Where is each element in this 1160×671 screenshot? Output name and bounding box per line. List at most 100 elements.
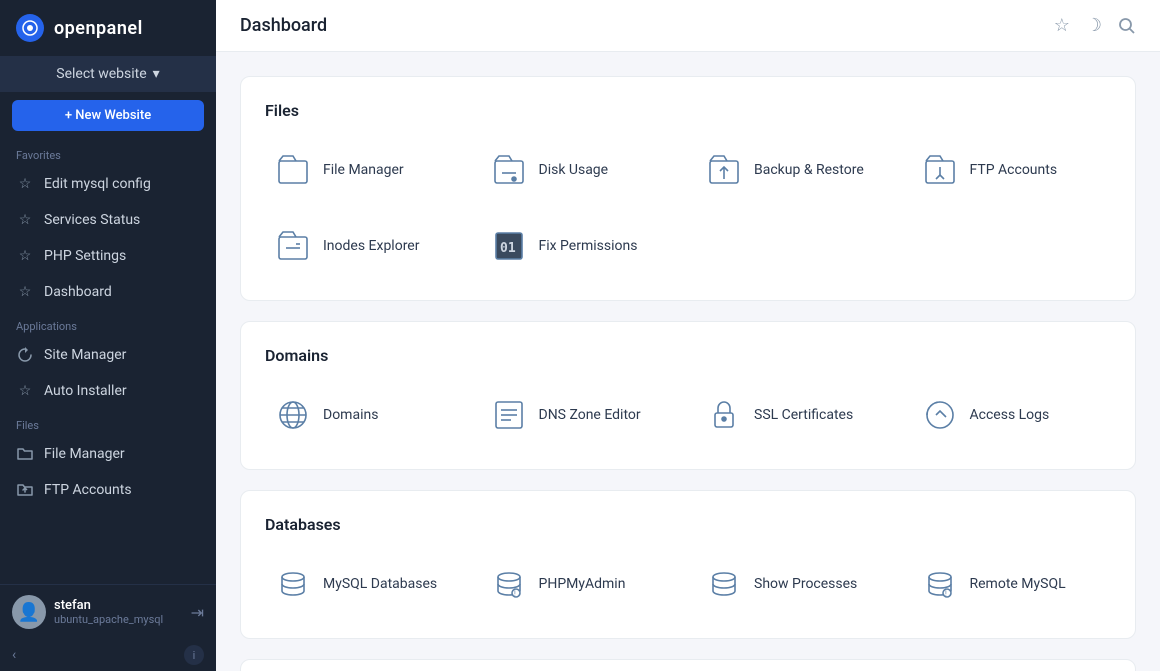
folder-upload-icon [16,481,34,499]
mysql-databases-label: MySQL Databases [323,576,437,592]
sidebar-bottom-controls: ‹ i [0,639,216,671]
sidebar-item-file-manager[interactable]: File Manager [0,436,216,472]
main-content: Dashboard ☆ ☽ Files [216,0,1160,671]
star-icon: ☆ [16,382,34,400]
expand-icon[interactable]: ⇥ [191,603,204,622]
dns-zone-editor-item[interactable]: DNS Zone Editor [481,385,681,445]
footer-username: stefan [54,598,183,613]
remote-mysql-item[interactable]: ! Remote MySQL [912,554,1112,614]
search-icon[interactable] [1118,17,1136,35]
logo-text: openpanel [54,18,143,39]
sidebar-item-ftp-accounts[interactable]: FTP Accounts [0,472,216,508]
phpmyadmin-icon: ! [489,564,529,604]
remote-mysql-icon: ! [920,564,960,604]
topbar: Dashboard ☆ ☽ [216,0,1160,52]
fix-permissions-item[interactable]: 01 Fix Permissions [481,216,681,276]
star-icon: ☆ [16,247,34,265]
page-title: Dashboard [240,15,327,36]
svg-text:01: 01 [500,241,516,256]
backup-restore-label: Backup & Restore [754,162,864,178]
avatar: 👤 [12,595,46,629]
disk-usage-item[interactable]: Disk Usage [481,140,681,200]
remote-mysql-label: Remote MySQL [970,576,1066,592]
select-website-dropdown[interactable]: Select website ▾ [0,56,216,92]
new-website-button[interactable]: + New Website [12,100,204,131]
files-section: Files File Manager [240,76,1136,301]
applications-section: Applications [240,659,1136,671]
fix-permissions-icon: 01 [489,226,529,266]
backup-restore-icon [704,150,744,190]
sidebar-footer: 👤 stefan ubuntu_apache_mysql ⇥ [0,584,216,639]
star-icon: ☆ [16,175,34,193]
ssl-certificates-icon [704,395,744,435]
sidebar-item-site-manager[interactable]: Site Manager [0,337,216,373]
sidebar-item-label: PHP Settings [44,248,126,264]
files-section-title: Files [265,101,1111,120]
ftp-accounts-label: FTP Accounts [970,162,1058,178]
domains-section: Domains Domains [240,321,1136,470]
ftp-accounts-item[interactable]: FTP Accounts [912,140,1112,200]
select-website-label: Select website [56,66,146,82]
domains-grid: Domains DNS Zone Editor [265,385,1111,445]
domains-item[interactable]: Domains [265,385,465,445]
phpmyadmin-item[interactable]: ! PHPMyAdmin [481,554,681,614]
files-section-label: Files [0,409,216,436]
databases-section: Databases MySQL Databases [240,490,1136,639]
mysql-databases-item[interactable]: MySQL Databases [265,554,465,614]
domains-label: Domains [323,407,378,423]
collapse-sidebar-button[interactable]: ‹ [12,647,16,663]
show-processes-icon [704,564,744,604]
bookmark-icon[interactable]: ☆ [1054,15,1070,36]
access-logs-label: Access Logs [970,407,1050,423]
phpmyadmin-label: PHPMyAdmin [539,576,626,592]
disk-usage-label: Disk Usage [539,162,609,178]
dns-zone-editor-icon [489,395,529,435]
sidebar-item-services-status[interactable]: ☆ Services Status [0,202,216,238]
file-manager-icon [273,150,313,190]
sidebar-item-label: Edit mysql config [44,176,151,192]
file-manager-item[interactable]: File Manager [265,140,465,200]
applications-section-label: Applications [0,310,216,337]
logo-icon [16,14,44,42]
inodes-explorer-item[interactable]: Inodes Explorer [265,216,465,276]
mysql-databases-icon [273,564,313,604]
files-grid: File Manager Disk Usage [265,140,1111,276]
star-icon: ☆ [16,283,34,301]
info-button[interactable]: i [184,645,204,665]
ssl-certificates-item[interactable]: SSL Certificates [696,385,896,445]
fix-permissions-label: Fix Permissions [539,238,638,254]
databases-section-title: Databases [265,515,1111,534]
domains-section-title: Domains [265,346,1111,365]
dns-zone-editor-label: DNS Zone Editor [539,407,641,423]
topbar-actions: ☆ ☽ [1054,15,1136,36]
access-logs-item[interactable]: Access Logs [912,385,1112,445]
refresh-icon [16,346,34,364]
sidebar-item-auto-installer[interactable]: ☆ Auto Installer [0,373,216,409]
content-area: Files File Manager [216,52,1160,671]
footer-domain: ubuntu_apache_mysql [54,613,183,626]
sidebar-item-label: Auto Installer [44,383,127,399]
domains-icon [273,395,313,435]
folder-icon [16,445,34,463]
show-processes-item[interactable]: Show Processes [696,554,896,614]
sidebar-item-edit-mysql[interactable]: ☆ Edit mysql config [0,166,216,202]
footer-user-info: stefan ubuntu_apache_mysql [54,598,183,626]
file-manager-label: File Manager [323,162,404,178]
databases-grid: MySQL Databases ! PHPMyAdmin [265,554,1111,614]
ftp-accounts-icon [920,150,960,190]
sidebar-item-label: FTP Accounts [44,482,132,498]
sidebar-item-label: File Manager [44,446,125,462]
dark-mode-icon[interactable]: ☽ [1086,15,1102,36]
sidebar-item-php-settings[interactable]: ☆ PHP Settings [0,238,216,274]
star-icon: ☆ [16,211,34,229]
svg-text:!: ! [945,590,947,598]
access-logs-icon [920,395,960,435]
sidebar-item-label: Services Status [44,212,140,228]
sidebar-item-dashboard[interactable]: ☆ Dashboard [0,274,216,310]
sidebar: openpanel Select website ▾ + New Website… [0,0,216,671]
chevron-down-icon: ▾ [153,66,160,82]
inodes-explorer-icon [273,226,313,266]
ssl-certificates-label: SSL Certificates [754,407,853,423]
inodes-explorer-label: Inodes Explorer [323,238,419,254]
backup-restore-item[interactable]: Backup & Restore [696,140,896,200]
